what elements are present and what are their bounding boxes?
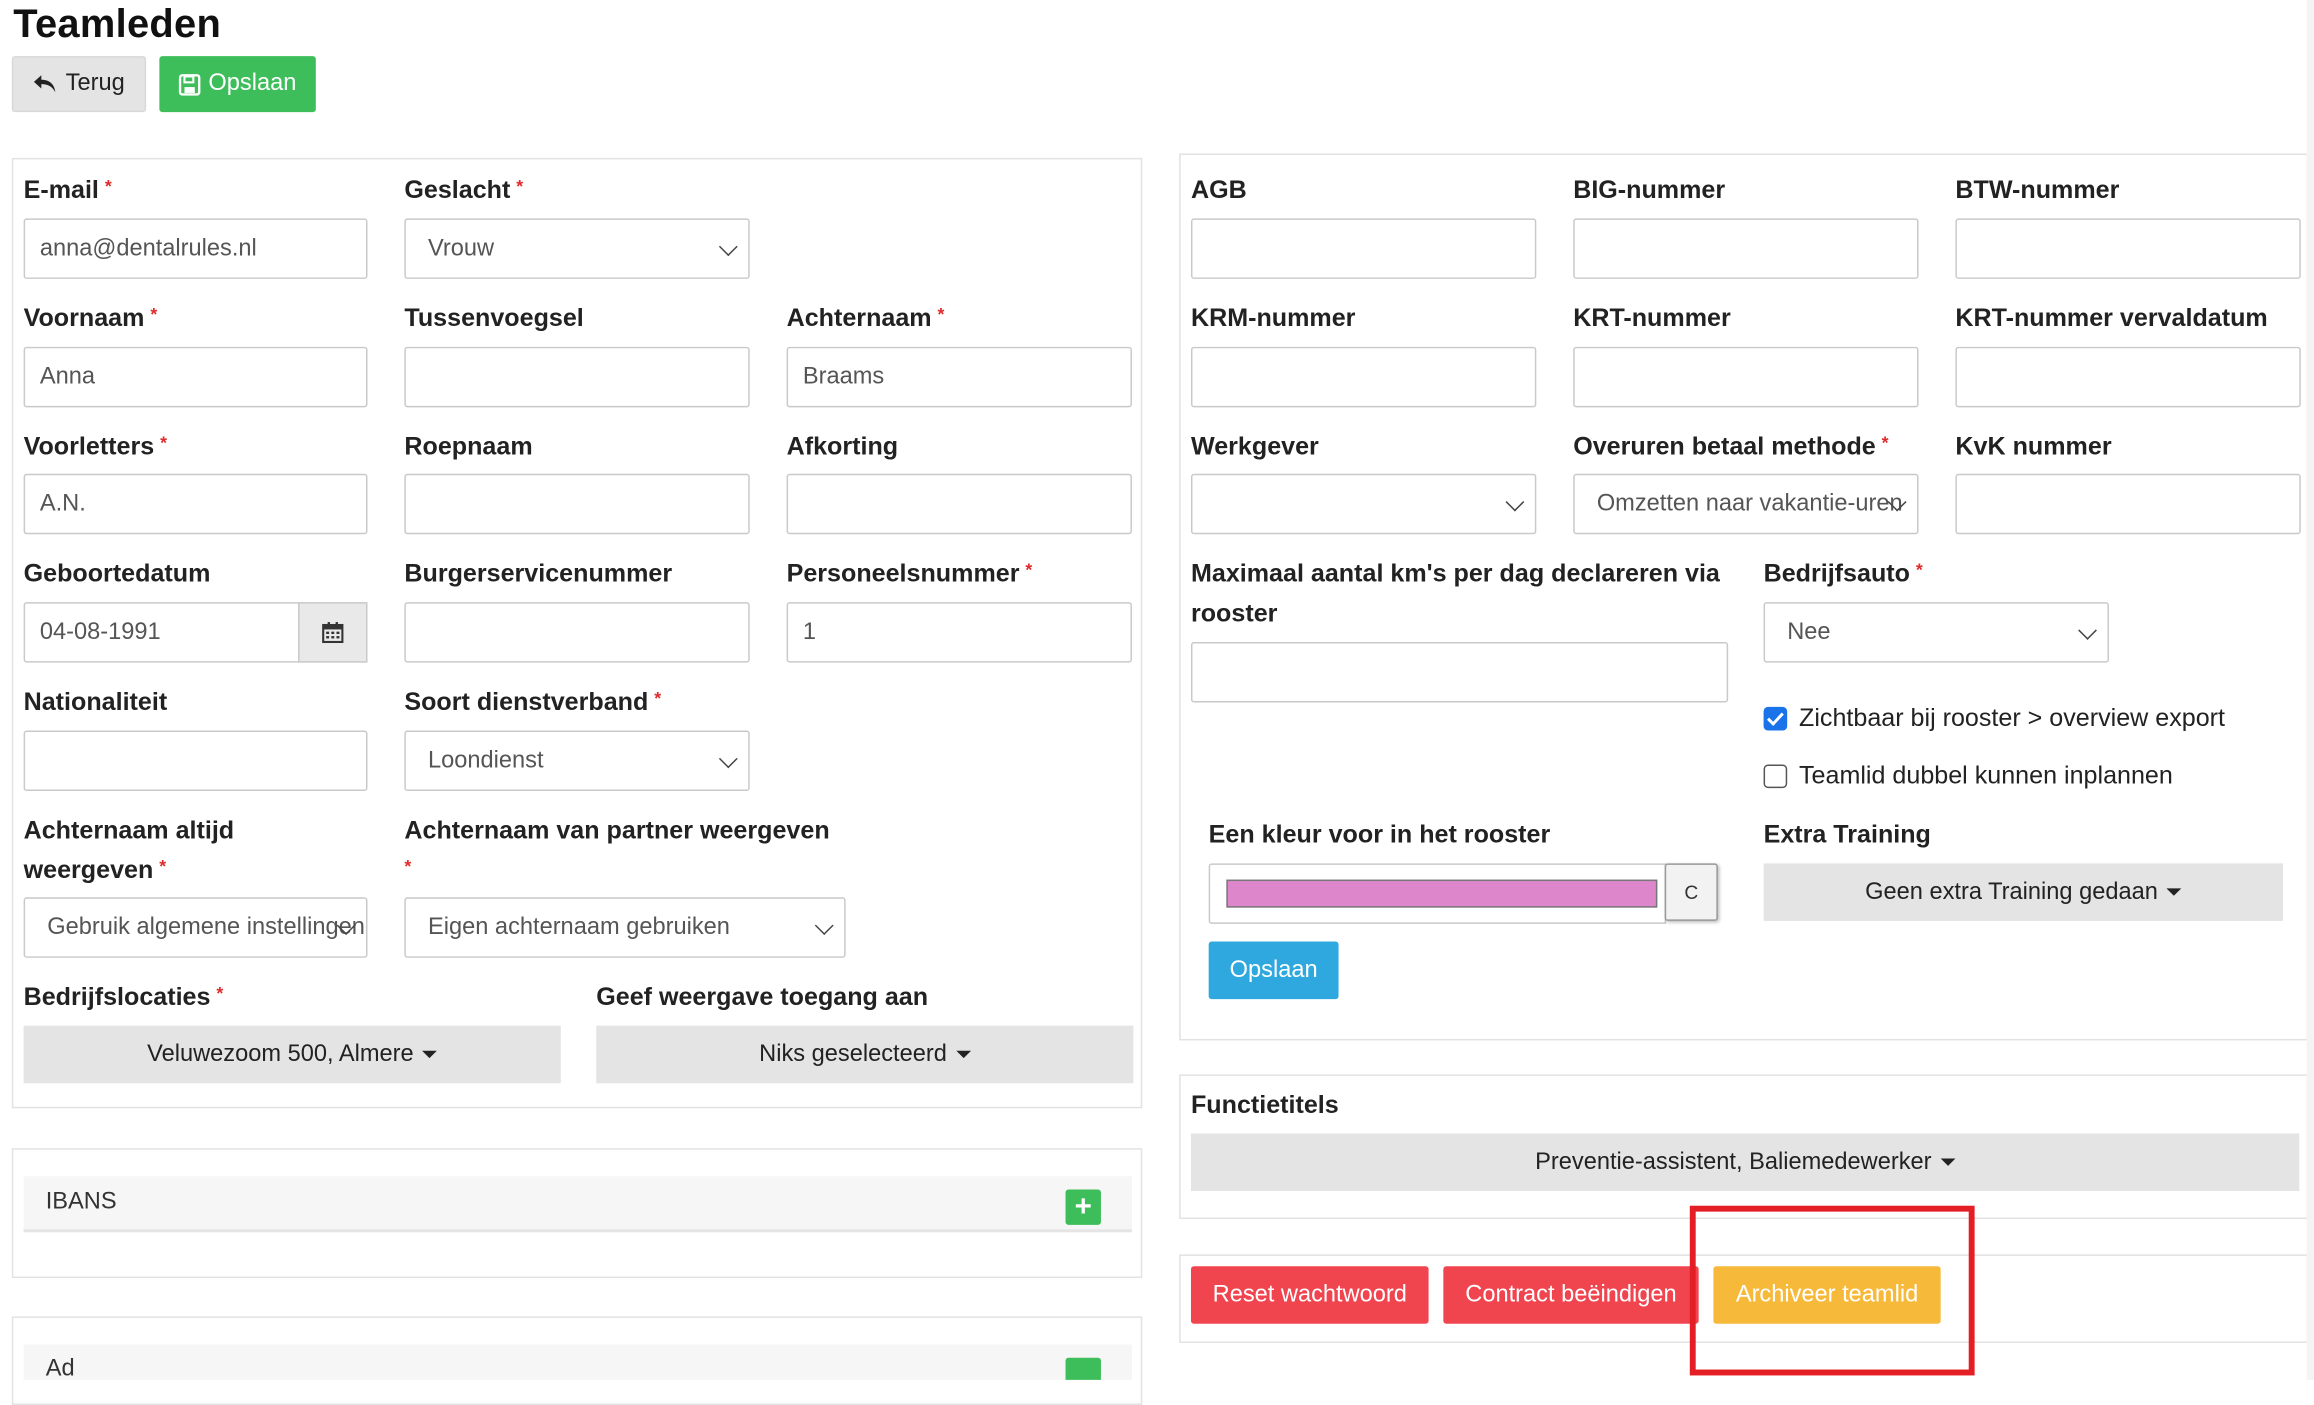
chevron-down-icon bbox=[2078, 620, 2097, 640]
chevron-down-icon bbox=[718, 236, 738, 256]
add-iban-button[interactable]: + bbox=[1065, 1189, 1101, 1225]
locations-dropdown[interactable]: Veluwezoom 500, Almere bbox=[23, 1025, 561, 1084]
birthdate-input[interactable]: 04-08-1991 bbox=[23, 602, 300, 663]
chevron-down-icon bbox=[718, 748, 738, 768]
employer-label: Werkgever bbox=[1190, 432, 1319, 461]
reset-password-button[interactable]: Reset wachtwoord bbox=[1190, 1266, 1429, 1324]
krt-label: KRT-nummer bbox=[1573, 304, 1731, 333]
floppy-disk-icon bbox=[179, 73, 201, 95]
save-button[interactable]: Opslaan bbox=[159, 56, 316, 113]
nationality-input[interactable] bbox=[23, 730, 368, 792]
visible-export-label[interactable]: Zichtbaar bij rooster > overview export bbox=[1799, 704, 2225, 734]
bsn-input[interactable] bbox=[404, 602, 750, 663]
double-plan-label[interactable]: Teamlid dubbel kunnen inplannen bbox=[1799, 762, 2173, 792]
caret-down-icon bbox=[955, 1050, 971, 1059]
always-last-name-label: Achternaam altijd weergeven * bbox=[23, 816, 235, 885]
function-titles-dropdown[interactable]: Preventie-assistent, Baliemedewerker bbox=[1190, 1133, 2300, 1191]
krt-expiry-label: KRT-nummer vervaldatum bbox=[1955, 304, 2268, 333]
save-button-label: Opslaan bbox=[208, 70, 297, 96]
calendar-icon bbox=[322, 622, 344, 644]
initials-input[interactable]: A.N. bbox=[23, 473, 368, 535]
extra-training-label: Extra Training bbox=[1763, 820, 1931, 849]
email-label: E-mail * bbox=[23, 175, 112, 204]
abbreviation-input[interactable] bbox=[786, 473, 1132, 535]
last-name-input[interactable]: Braams bbox=[786, 346, 1132, 408]
undo-arrow-icon bbox=[34, 75, 57, 93]
ibans-label: IBANS bbox=[45, 1189, 117, 1215]
back-button[interactable]: Terug bbox=[11, 56, 147, 113]
big-input[interactable] bbox=[1573, 218, 1919, 279]
view-access-dropdown[interactable]: Niks geselecteerd bbox=[596, 1025, 1134, 1084]
infix-input[interactable] bbox=[404, 346, 750, 408]
back-button-label: Terug bbox=[65, 70, 125, 96]
max-km-input[interactable] bbox=[1190, 641, 1729, 703]
roster-color-label: Een kleur voor in het rooster bbox=[1208, 820, 1551, 849]
calendar-button[interactable] bbox=[298, 602, 368, 663]
partner-last-name-select[interactable]: Eigen achternaam gebruiken bbox=[404, 897, 846, 958]
big-label: BIG-nummer bbox=[1573, 175, 1726, 204]
caret-down-icon bbox=[422, 1050, 438, 1059]
staff-number-input[interactable]: 1 bbox=[786, 602, 1132, 663]
email-input[interactable]: anna@dentalrules.nl bbox=[23, 218, 368, 279]
employment-type-label: Soort dienstverband * bbox=[404, 687, 662, 716]
nickname-label: Roepnaam bbox=[404, 432, 533, 461]
caret-down-icon bbox=[1940, 1158, 1956, 1166]
view-access-label: Geef weergave toegang aan bbox=[596, 982, 929, 1011]
highlight-box bbox=[1689, 1205, 1975, 1376]
nickname-input[interactable] bbox=[404, 473, 750, 535]
agb-label: AGB bbox=[1190, 175, 1247, 204]
krm-input[interactable] bbox=[1190, 346, 1537, 408]
employer-select[interactable] bbox=[1190, 473, 1537, 535]
infix-label: Tussenvoegsel bbox=[404, 304, 584, 333]
end-contract-button[interactable]: Contract beëindigen bbox=[1443, 1266, 1699, 1324]
krm-label: KRM-nummer bbox=[1190, 304, 1356, 333]
color-swatch bbox=[1226, 879, 1658, 908]
roster-color-input[interactable] bbox=[1208, 863, 1667, 924]
always-last-name-select[interactable]: Gebruik algemene instellingen bbox=[23, 897, 368, 958]
color-save-button[interactable]: Opslaan bbox=[1208, 941, 1339, 1000]
chevron-down-icon bbox=[814, 915, 834, 935]
color-picker-button[interactable]: C bbox=[1664, 863, 1718, 921]
chevron-down-icon bbox=[1505, 491, 1525, 511]
company-car-label: Bedrijfsauto * bbox=[1763, 559, 1923, 588]
gender-select[interactable]: Vrouw bbox=[404, 218, 750, 279]
caret-down-icon bbox=[2166, 888, 2182, 896]
agb-input[interactable] bbox=[1190, 218, 1537, 279]
abbreviation-label: Afkorting bbox=[786, 432, 899, 461]
function-titles-label: Functietitels bbox=[1190, 1090, 1339, 1119]
kvk-label: KvK nummer bbox=[1955, 432, 2112, 461]
overtime-method-label: Overuren betaal methode * bbox=[1573, 432, 1889, 461]
check-icon bbox=[1766, 712, 1784, 727]
bsn-label: Burgerservicenummer bbox=[404, 559, 673, 588]
krt-expiry-input[interactable] bbox=[1955, 346, 2301, 408]
first-name-label: Voornaam * bbox=[23, 304, 158, 333]
page-scrollbar[interactable] bbox=[2306, 0, 2314, 1380]
employment-type-select[interactable]: Loondienst bbox=[404, 730, 750, 792]
ibans-header: IBANS bbox=[23, 1176, 1132, 1233]
overtime-method-select[interactable]: Omzetten naar vakantie-uren bbox=[1573, 473, 1919, 535]
birthdate-label: Geboortedatum bbox=[23, 559, 211, 588]
first-name-input[interactable]: Anna bbox=[23, 346, 368, 408]
page-title: Teamleden bbox=[13, 1, 222, 46]
company-car-select[interactable]: Nee bbox=[1763, 602, 2109, 663]
partner-last-name-label: Achternaam van partner weergeven * bbox=[404, 816, 830, 877]
extra-training-dropdown[interactable]: Geen extra Training gedaan bbox=[1763, 863, 2284, 921]
btw-label: BTW-nummer bbox=[1955, 175, 2120, 204]
gender-label: Geslacht * bbox=[404, 175, 524, 204]
kvk-input[interactable] bbox=[1955, 473, 2301, 535]
max-km-label: Maximaal aantal km's per dag declareren … bbox=[1190, 559, 1720, 628]
nationality-label: Nationaliteit bbox=[23, 687, 168, 716]
visible-export-checkbox[interactable] bbox=[1763, 706, 1788, 731]
double-plan-checkbox[interactable] bbox=[1763, 764, 1788, 789]
locations-label: Bedrijfslocaties * bbox=[23, 982, 224, 1011]
krt-input[interactable] bbox=[1573, 346, 1919, 408]
staff-number-label: Personeelsnummer * bbox=[786, 559, 1033, 588]
initials-label: Voorletters * bbox=[23, 432, 168, 461]
address-label: Ad bbox=[45, 1356, 75, 1380]
address-header: Ad bbox=[23, 1344, 1132, 1380]
last-name-label: Achternaam * bbox=[786, 304, 945, 333]
btw-input[interactable] bbox=[1955, 218, 2301, 279]
